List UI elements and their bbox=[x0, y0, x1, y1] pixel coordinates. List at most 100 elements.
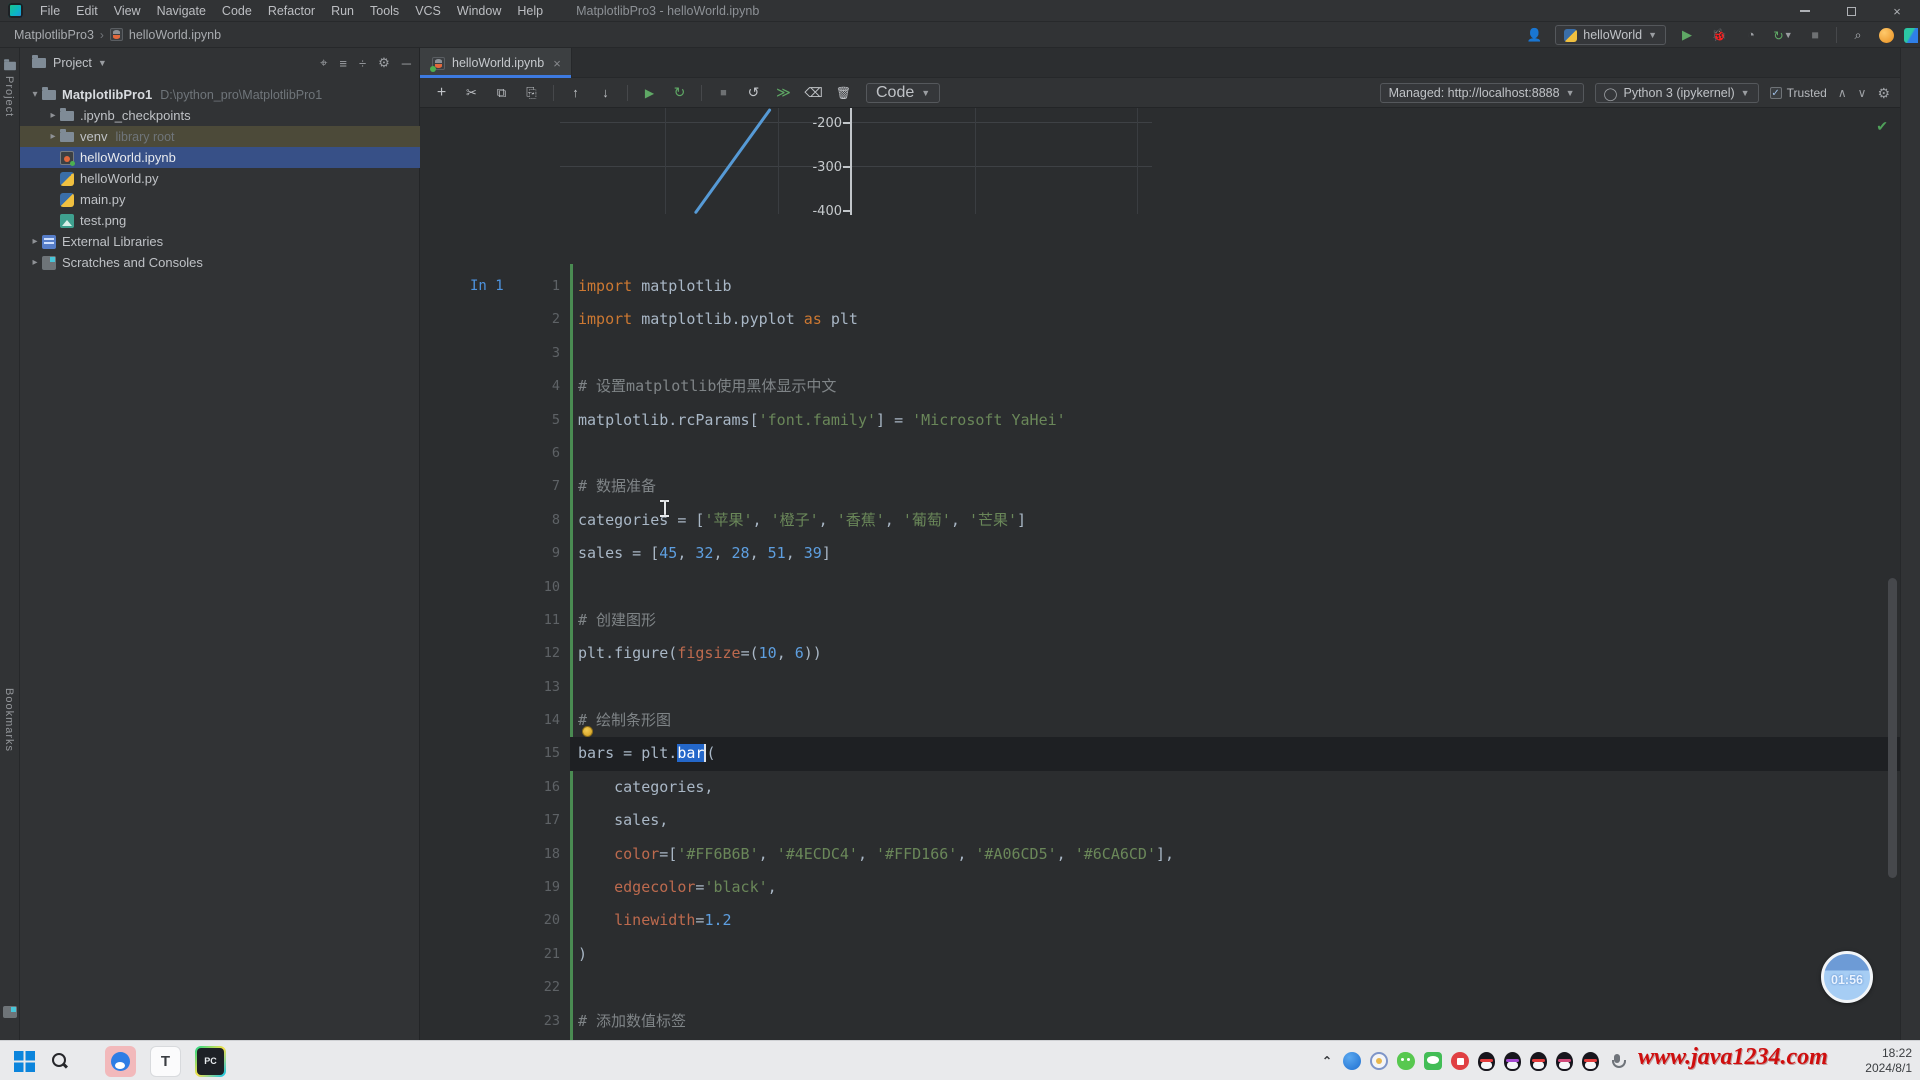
qq-1-icon[interactable] bbox=[1478, 1052, 1495, 1071]
paste-cell-icon[interactable]: ⎘ bbox=[523, 84, 540, 101]
code-line-7[interactable]: 7# 数据准备 bbox=[420, 470, 1900, 503]
code-line-3[interactable]: 3 bbox=[420, 337, 1900, 370]
intention-bulb-icon[interactable] bbox=[582, 726, 593, 737]
code-line-12[interactable]: 12plt.figure(figsize=(10, 6)) bbox=[420, 637, 1900, 670]
profile-icon[interactable]: 👤 bbox=[1523, 25, 1545, 45]
delete-cell-icon[interactable]: 🗑 bbox=[835, 84, 852, 101]
editor-body[interactable]: -200-300-400 In 11import matplotlib2impo… bbox=[420, 108, 1900, 1040]
code-line-16[interactable]: 16 categories, bbox=[420, 771, 1900, 804]
move-up-icon[interactable]: ↑ bbox=[567, 84, 584, 101]
breadcrumb-project[interactable]: MatplotlibPro3 bbox=[14, 28, 94, 42]
profiler-button[interactable]: ◔ bbox=[1740, 25, 1762, 45]
trusted-checkbox[interactable]: ✓ Trusted bbox=[1770, 86, 1827, 100]
hide-panel-button[interactable]: ─ bbox=[402, 56, 411, 71]
search-everywhere-button[interactable]: ⌕ bbox=[1847, 25, 1869, 45]
recording-timer-badge[interactable]: 01:56 bbox=[1821, 951, 1873, 1003]
project-panel-title[interactable]: Project bbox=[53, 56, 92, 70]
menu-refactor[interactable]: Refactor bbox=[261, 2, 322, 20]
code-line-6[interactable]: 6 bbox=[420, 437, 1900, 470]
menu-window[interactable]: Window bbox=[450, 2, 508, 20]
tab-helloworld-ipynb[interactable]: helloWorld.ipynb × bbox=[420, 48, 572, 78]
locate-button[interactable]: ⌖ bbox=[320, 55, 327, 71]
tree-item-matplotlibpro1[interactable]: ▾MatplotlibPro1D:\python_pro\MatplotlibP… bbox=[20, 84, 420, 105]
tree-item-helloworld-ipynb[interactable]: helloWorld.ipynb bbox=[20, 147, 420, 168]
copy-cell-icon[interactable]: ⧉ bbox=[493, 84, 510, 101]
menu-edit[interactable]: Edit bbox=[69, 2, 105, 20]
run-restart-icon[interactable]: ↺ bbox=[745, 84, 762, 101]
menu-file[interactable]: File bbox=[33, 2, 67, 20]
menu-vcs[interactable]: VCS bbox=[408, 2, 448, 20]
tree-item-external-libraries[interactable]: ▸External Libraries bbox=[20, 231, 420, 252]
code-line-21[interactable]: 21) bbox=[420, 938, 1900, 971]
restart-kernel-icon[interactable]: ↻ bbox=[671, 84, 688, 101]
code-cell[interactable]: In 11import matplotlib2import matplotlib… bbox=[420, 270, 1900, 1038]
code-line-10[interactable]: 10 bbox=[420, 571, 1900, 604]
jupyter-server-select[interactable]: Managed: http://localhost:8888 ▼ bbox=[1380, 83, 1584, 103]
recorder-app-icon[interactable] bbox=[105, 1046, 136, 1077]
code-line-5[interactable]: 5matplotlib.rcParams['font.family'] = 'M… bbox=[420, 404, 1900, 437]
tree-item-test-png[interactable]: test.png bbox=[20, 210, 420, 231]
code-line-2[interactable]: 2import matplotlib.pyplot as plt bbox=[420, 303, 1900, 336]
run-config-select[interactable]: helloWorld ▼ bbox=[1555, 25, 1666, 45]
collapse-all-button[interactable]: ≡ bbox=[339, 56, 347, 71]
clear-outputs-icon[interactable]: ⌫ bbox=[805, 84, 822, 101]
debug-button[interactable]: 🐞 bbox=[1708, 25, 1730, 45]
coverage-button[interactable]: ↻▼ bbox=[1772, 25, 1794, 45]
code-line-9[interactable]: 9sales = [45, 32, 28, 51, 39] bbox=[420, 537, 1900, 570]
wechat-icon[interactable] bbox=[1424, 1052, 1442, 1070]
close-button[interactable]: × bbox=[1874, 0, 1920, 22]
code-line-14[interactable]: 14# 绘制条形图 bbox=[420, 704, 1900, 737]
stop-kernel-icon[interactable]: ■ bbox=[715, 84, 732, 101]
run-all-icon[interactable]: ≫ bbox=[775, 84, 792, 101]
move-down-icon[interactable]: ↓ bbox=[597, 84, 614, 101]
qq-2-icon[interactable] bbox=[1504, 1052, 1521, 1071]
taskbar-clock[interactable]: 18:22 2024/8/1 bbox=[1865, 1046, 1912, 1076]
notebook-settings-icon[interactable]: ⚙ bbox=[1877, 85, 1890, 102]
qq-5-icon[interactable] bbox=[1582, 1052, 1599, 1071]
tree-right-arrow-icon[interactable]: ▸ bbox=[46, 131, 60, 142]
menu-run[interactable]: Run bbox=[324, 2, 361, 20]
run-button[interactable]: ▶ bbox=[1676, 25, 1698, 45]
minimize-button[interactable] bbox=[1782, 0, 1828, 22]
inspection-ok-icon[interactable]: ✔ bbox=[1876, 118, 1888, 135]
blue-app-icon[interactable] bbox=[1343, 1052, 1361, 1070]
microphone-icon[interactable] bbox=[1608, 1052, 1626, 1070]
tree-item--ipynb-checkpoints[interactable]: ▸.ipynb_checkpoints bbox=[20, 105, 420, 126]
tree-item-scratches-and-consoles[interactable]: ▸Scratches and Consoles bbox=[20, 252, 420, 273]
tree-right-arrow-icon[interactable]: ▸ bbox=[46, 110, 60, 121]
tree-item-helloworld-py[interactable]: helloWorld.py bbox=[20, 168, 420, 189]
menu-navigate[interactable]: Navigate bbox=[150, 2, 213, 20]
tree-item-venv[interactable]: ▸venvlibrary root bbox=[20, 126, 420, 147]
code-line-11[interactable]: 11# 创建图形 bbox=[420, 604, 1900, 637]
plugin-teal-icon[interactable] bbox=[1904, 28, 1918, 43]
bookmarks-toolwindow-label[interactable]: Bookmarks bbox=[3, 688, 15, 752]
next-cell-button[interactable]: ∨ bbox=[1858, 86, 1867, 100]
cut-cell-icon[interactable]: ✂ bbox=[463, 84, 480, 101]
breadcrumb-file[interactable]: helloWorld.ipynb bbox=[129, 28, 221, 42]
pycharm-taskbar-icon[interactable]: PC bbox=[195, 1046, 226, 1077]
code-line-1[interactable]: In 11import matplotlib bbox=[420, 270, 1900, 303]
project-toolwindow-label[interactable]: Project bbox=[3, 76, 15, 117]
code-line-18[interactable]: 18 color=['#FF6B6B', '#4ECDC4', '#FFD166… bbox=[420, 838, 1900, 871]
menu-code[interactable]: Code bbox=[215, 2, 259, 20]
kernel-select[interactable]: ◯ Python 3 (ipykernel) ▼ bbox=[1595, 83, 1759, 103]
text-app-icon[interactable]: T bbox=[150, 1046, 181, 1077]
start-button[interactable] bbox=[14, 1051, 35, 1072]
tree-right-arrow-icon[interactable]: ▸ bbox=[28, 257, 42, 268]
code-line-22[interactable]: 22 bbox=[420, 971, 1900, 1004]
code-line-13[interactable]: 13 bbox=[420, 671, 1900, 704]
menu-tools[interactable]: Tools bbox=[363, 2, 406, 20]
qq-3-icon[interactable] bbox=[1530, 1052, 1547, 1071]
tree-down-arrow-icon[interactable]: ▾ bbox=[28, 89, 42, 100]
expand-settings-button[interactable]: ÷ bbox=[359, 56, 366, 71]
code-line-19[interactable]: 19 edgecolor='black', bbox=[420, 871, 1900, 904]
code-line-17[interactable]: 17 sales, bbox=[420, 804, 1900, 837]
code-line-4[interactable]: 4# 设置matplotlib使用黑体显示中文 bbox=[420, 370, 1900, 403]
chevron-up-icon[interactable]: ⌃ bbox=[1322, 1054, 1332, 1068]
ring-app-icon[interactable] bbox=[1370, 1052, 1388, 1070]
cell-type-select[interactable]: Code ▼ bbox=[866, 83, 940, 103]
maximize-button[interactable] bbox=[1828, 0, 1874, 22]
record-stop-icon[interactable] bbox=[1451, 1052, 1469, 1070]
menu-view[interactable]: View bbox=[107, 2, 148, 20]
qq-4-icon[interactable] bbox=[1556, 1052, 1573, 1071]
